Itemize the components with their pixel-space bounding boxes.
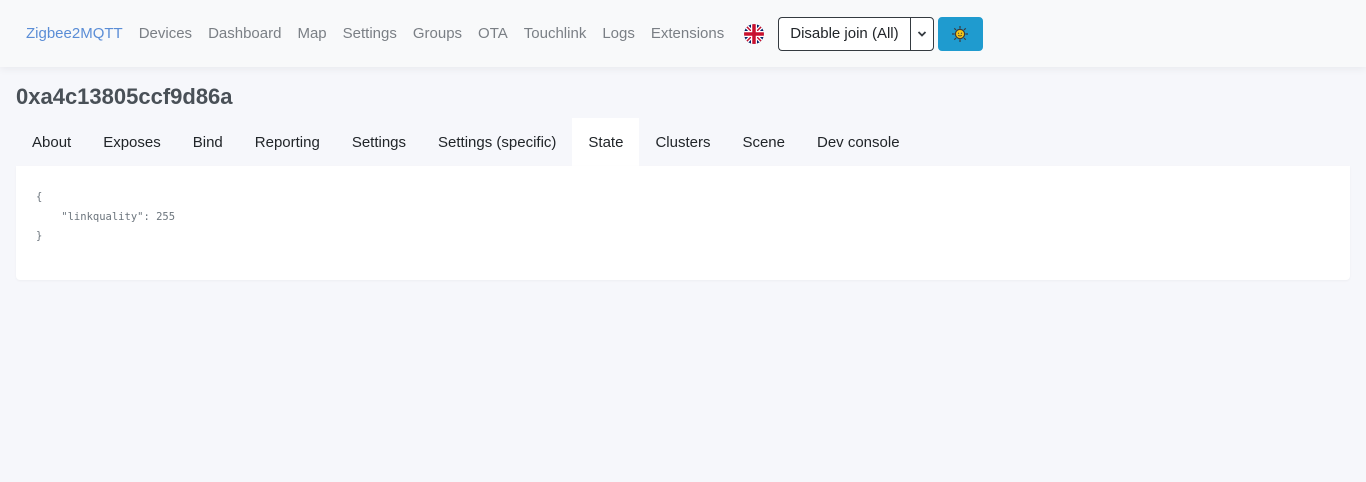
page-title: 0xa4c13805ccf9d86a	[16, 84, 233, 109]
brand-link[interactable]: Zigbee2MQTT	[26, 25, 123, 42]
nav-link-devices[interactable]: Devices	[139, 25, 192, 42]
uk-flag-icon[interactable]	[744, 23, 765, 44]
theme-toggle-button[interactable]	[937, 16, 983, 51]
nav-link-groups[interactable]: Groups	[413, 25, 462, 42]
nav-link-ota[interactable]: OTA	[478, 25, 508, 42]
tab-exposes[interactable]: Exposes	[87, 118, 177, 166]
tab-settings-specific[interactable]: Settings (specific)	[422, 118, 572, 166]
tab-about[interactable]: About	[16, 118, 87, 166]
tab-dev-console[interactable]: Dev console	[801, 118, 916, 166]
tab-state[interactable]: State	[572, 118, 640, 166]
join-dropdown-toggle[interactable]	[909, 16, 934, 51]
top-navbar: Zigbee2MQTT Devices Dashboard Map Settin…	[0, 0, 1366, 67]
nav-link-settings[interactable]: Settings	[343, 25, 397, 42]
chevron-down-icon	[917, 30, 926, 37]
join-button-group: Disable join (All)	[778, 16, 934, 51]
nav-link-logs[interactable]: Logs	[602, 25, 635, 42]
nav-link-map[interactable]: Map	[297, 25, 326, 42]
nav-link-touchlink[interactable]: Touchlink	[524, 25, 587, 42]
tab-bind[interactable]: Bind	[177, 118, 239, 166]
nav-link-extensions[interactable]: Extensions	[651, 25, 724, 42]
nav-link-dashboard[interactable]: Dashboard	[208, 25, 281, 42]
state-json: { "linkquality": 255 }	[36, 191, 176, 242]
tab-reporting[interactable]: Reporting	[239, 118, 336, 166]
tab-settings[interactable]: Settings	[336, 118, 422, 166]
sun-icon	[952, 25, 969, 42]
device-tabs: About Exposes Bind Reporting Settings Se…	[16, 118, 916, 166]
disable-join-button[interactable]: Disable join (All)	[778, 16, 910, 51]
tab-clusters[interactable]: Clusters	[639, 118, 726, 166]
tab-scene[interactable]: Scene	[726, 118, 801, 166]
state-panel: { "linkquality": 255 }	[16, 166, 1350, 280]
